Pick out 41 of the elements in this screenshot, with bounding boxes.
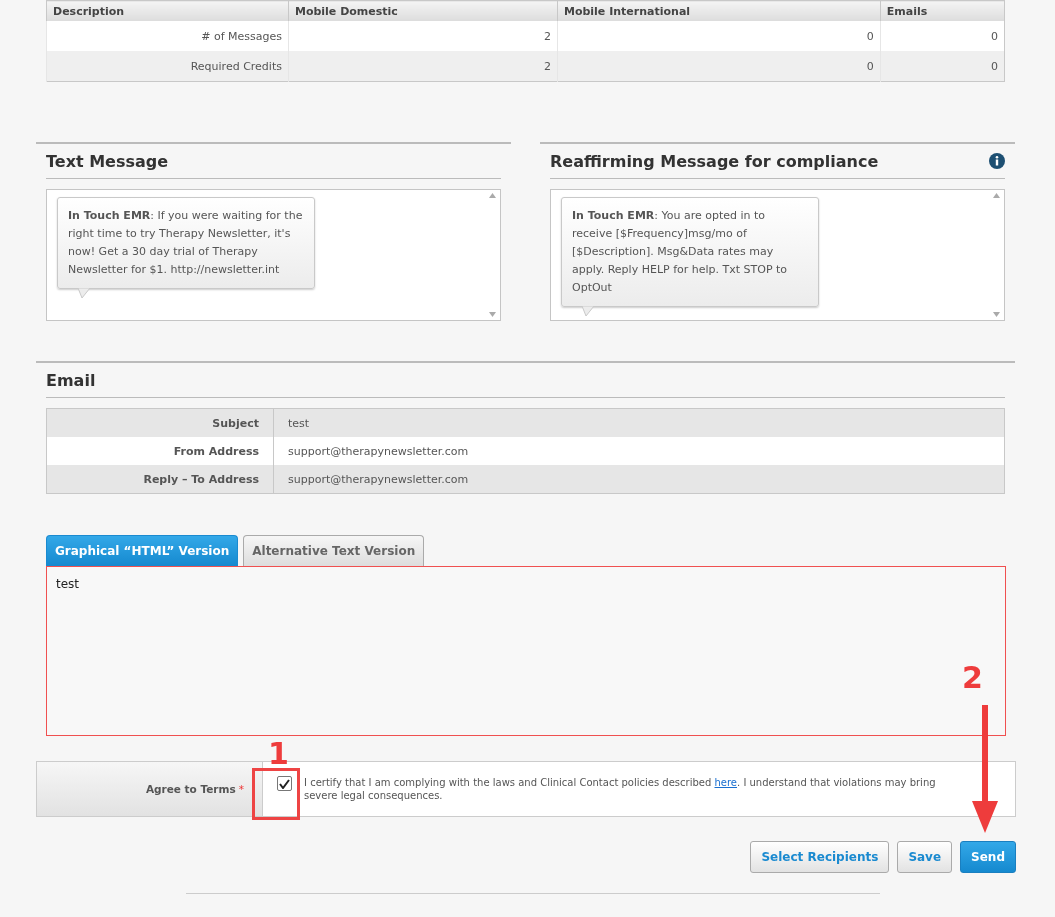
field-label: From Address	[46, 437, 274, 465]
field-value: support@therapynewsletter.com	[273, 437, 1005, 465]
column-header: Mobile Domestic	[288, 0, 558, 21]
required-mark: *	[238, 783, 244, 795]
scroll-down-icon[interactable]	[992, 312, 1000, 317]
action-button[interactable]: Send	[960, 841, 1016, 873]
editor-tab[interactable]: Alternative Text Version	[243, 535, 425, 566]
action-button[interactable]: Save	[897, 841, 953, 873]
editor-tab[interactable]: Graphical “HTML” Version	[46, 535, 239, 566]
message-text: In Touch EMR: You are opted in to receive [$Frequency]msg/mo of [$Description]. Msg&Data rates may apply. Reply HELP for help. Txt STOP to OptOut	[572, 209, 788, 294]
table-cell: 0	[557, 21, 881, 51]
table-cell: Required Credits	[46, 51, 289, 82]
field-label: Subject	[46, 408, 274, 437]
section-title: Text Message	[46, 151, 169, 171]
table-cell: 2	[288, 51, 558, 82]
section-title: Email	[46, 370, 96, 390]
column-header: Mobile International	[557, 0, 881, 21]
table-cell: 0	[557, 51, 881, 82]
scroll-down-icon[interactable]	[488, 312, 496, 317]
terms-text: I certify that I am complying with the laws and Clinical Contact policies described here. I understand that violations may bring severe legal consequences.	[303, 776, 937, 802]
info-icon[interactable]	[989, 153, 1005, 169]
field-label: Reply – To Address	[46, 465, 274, 494]
column-header: Emails	[880, 0, 1005, 21]
table-cell: 0	[880, 51, 1005, 82]
terms-label: Agree to Terms	[145, 783, 236, 795]
field-value: test	[273, 408, 1005, 437]
field-value: support@therapynewsletter.com	[273, 465, 1005, 494]
table-cell: # of Messages	[46, 21, 289, 51]
agree-checkbox[interactable]	[277, 776, 292, 791]
annotation-number: 2	[962, 660, 983, 695]
table-cell: 0	[880, 21, 1005, 51]
action-button[interactable]: Select Recipients	[750, 841, 890, 873]
terms-link[interactable]: here	[714, 777, 738, 788]
scroll-up-icon[interactable]	[992, 193, 1000, 198]
column-header: Description	[46, 0, 289, 21]
scroll-up-icon[interactable]	[488, 193, 496, 198]
section-title: Reaffirming Message for compliance	[550, 151, 879, 171]
annotation-number: 1	[268, 736, 289, 771]
message-text: In Touch EMR: If you were waiting for the right time to try Therapy Newsletter, it's now! Get a 30 day trial of Therapy Newsletter for $1. http://newsletter.int	[68, 209, 303, 276]
annotation-frame	[252, 768, 300, 820]
table-cell: 2	[288, 21, 558, 51]
